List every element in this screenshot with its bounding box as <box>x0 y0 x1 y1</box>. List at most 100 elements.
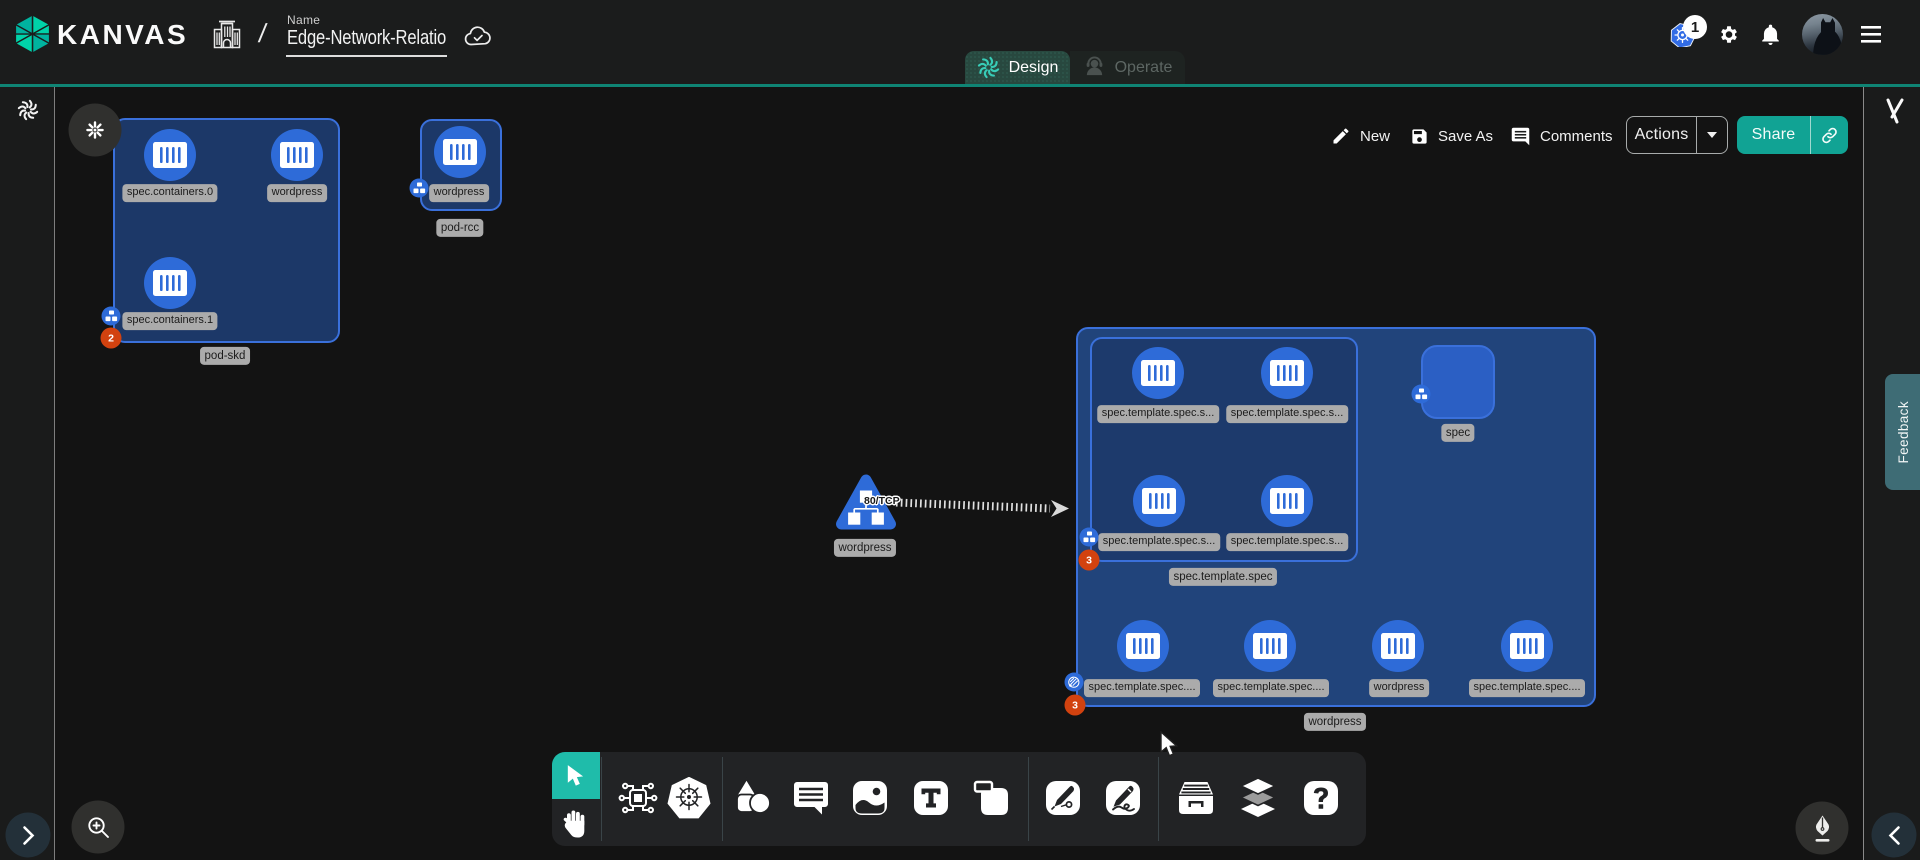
pen-mode-button[interactable] <box>1796 802 1849 855</box>
expand-left-panel-button[interactable] <box>6 813 51 858</box>
container-icon <box>153 142 187 168</box>
image-tool-icon <box>850 778 890 818</box>
kubernetes-asterisk-icon <box>86 121 105 140</box>
node-wordpress-rcc[interactable] <box>434 126 486 178</box>
node-deploy-container-0[interactable] <box>1117 620 1169 672</box>
layers-icon <box>1236 777 1280 819</box>
tool-components[interactable] <box>617 777 659 819</box>
deployment-badge-icon[interactable] <box>1065 673 1084 692</box>
share-link-segment[interactable] <box>1811 126 1848 145</box>
actions-button[interactable]: Actions <box>1626 116 1728 154</box>
container-icon <box>1270 360 1304 386</box>
header-accent-line <box>0 84 1920 87</box>
node-label: spec.template.spec.... <box>1469 679 1585 697</box>
deployment-glyph <box>1068 676 1081 689</box>
kubernetes-context-count-badge[interactable]: 1 <box>1683 15 1707 39</box>
node-deploy-wordpress[interactable] <box>1372 620 1424 672</box>
meshery-spinner-icon <box>17 99 39 121</box>
tool-text[interactable] <box>911 778 951 818</box>
feedback-tab[interactable]: Feedback <box>1885 374 1920 490</box>
collapse-right-panel-button[interactable] <box>1872 813 1917 858</box>
tool-select-cursor[interactable] <box>552 752 600 799</box>
node-wordpress-skd[interactable] <box>271 129 323 181</box>
share-button[interactable]: Share <box>1737 116 1848 154</box>
settings-gear-icon[interactable] <box>1718 24 1740 46</box>
tool-layers[interactable] <box>1236 777 1280 819</box>
pod-badge-icon[interactable] <box>1080 528 1099 547</box>
service-edge[interactable] <box>894 494 1072 520</box>
pen-tool-icon <box>1044 779 1082 817</box>
tool-image[interactable] <box>850 778 890 818</box>
node-deploy-container-1[interactable] <box>1244 620 1296 672</box>
error-count-badge[interactable]: 3 <box>1079 550 1100 571</box>
error-count-badge[interactable]: 3 <box>1065 695 1086 716</box>
design-name-input[interactable]: Edge-Network-Relatio <box>287 27 446 50</box>
tool-kubernetes[interactable] <box>667 777 711 819</box>
container-icon <box>1141 360 1175 386</box>
actions-caret[interactable] <box>1697 131 1727 139</box>
user-avatar[interactable] <box>1802 14 1843 55</box>
tool-pen[interactable] <box>1044 779 1082 817</box>
caret-down-icon <box>1706 131 1718 139</box>
node-spec-containers-1[interactable] <box>144 257 196 309</box>
tool-pan-hand[interactable] <box>552 799 600 846</box>
tool-comment[interactable] <box>791 778 831 818</box>
notifications-bell-icon[interactable] <box>1760 23 1781 46</box>
pod-badge-icon[interactable] <box>102 307 121 326</box>
share-label: Share <box>1737 126 1810 144</box>
node-label-spec: spec <box>1441 424 1474 442</box>
error-count-badge[interactable]: 2 <box>101 328 122 349</box>
tab-operate[interactable]: Operate <box>1070 51 1185 84</box>
brand-name[interactable]: KANVAS <box>57 19 188 51</box>
tool-freehand[interactable] <box>1104 779 1142 817</box>
feedback-label: Feedback <box>1896 401 1911 464</box>
tool-help[interactable] <box>1302 779 1340 817</box>
node-label: spec.containers.0 <box>122 184 217 202</box>
organization-icon[interactable] <box>212 19 242 50</box>
container-icon <box>1381 633 1415 659</box>
container-icon <box>1253 633 1287 659</box>
node-template-container-2[interactable] <box>1133 475 1185 527</box>
copy-link-icon <box>1820 126 1839 145</box>
right-sidebar-rail: Feedback <box>1863 87 1920 860</box>
dock-divider <box>722 757 723 841</box>
tool-shapes[interactable] <box>732 777 774 819</box>
save-as-label: Save As <box>1438 128 1493 145</box>
node-label: spec.template.spec.... <box>1084 679 1200 697</box>
freehand-draw-icon <box>1104 779 1142 817</box>
dock-divider <box>1158 757 1159 841</box>
node-spec-containers-0[interactable] <box>144 129 196 181</box>
drawer-archive-icon <box>1175 778 1217 818</box>
node-spec[interactable] <box>1421 345 1495 419</box>
kanvas-logo-icon[interactable] <box>14 14 51 54</box>
pod-badge-icon[interactable] <box>1412 385 1431 404</box>
node-label: spec.template.spec.... <box>1213 679 1329 697</box>
chevron-left-icon <box>1887 825 1901 845</box>
yaml-toggle-icon[interactable] <box>1884 98 1906 124</box>
group-label-pod-rcc: pod-rcc <box>436 219 483 237</box>
dock-divider <box>1028 757 1029 841</box>
comments-icon <box>1510 126 1531 147</box>
hand-tool-icon <box>562 808 590 838</box>
tool-drawer[interactable] <box>1175 778 1217 818</box>
node-template-container-1[interactable] <box>1261 347 1313 399</box>
zoom-button[interactable] <box>72 801 125 854</box>
node-template-container-0[interactable] <box>1132 347 1184 399</box>
node-label: spec.containers.1 <box>122 312 217 330</box>
kubernetes-quick-button[interactable] <box>69 104 122 157</box>
comments-button[interactable]: Comments <box>1510 118 1613 154</box>
help-icon <box>1302 779 1340 817</box>
design-canvas[interactable]: New Save As Comments Actions Share <box>0 0 1920 860</box>
tab-design[interactable]: Design <box>965 51 1070 84</box>
node-deploy-container-3[interactable] <box>1501 620 1553 672</box>
node-template-container-3[interactable] <box>1261 475 1313 527</box>
pod-badge-icon[interactable] <box>410 179 429 198</box>
menu-hamburger-icon[interactable] <box>1861 26 1881 43</box>
group-spec-template-spec[interactable] <box>1090 337 1358 562</box>
kanvas-app: New Save As Comments Actions Share <box>0 0 1920 860</box>
tool-frame[interactable] <box>971 778 1011 818</box>
container-icon <box>1142 488 1176 514</box>
node-label: spec.template.spec.s... <box>1226 405 1348 423</box>
save-as-button[interactable]: Save As <box>1410 118 1493 154</box>
new-design-button[interactable]: New <box>1331 118 1390 154</box>
